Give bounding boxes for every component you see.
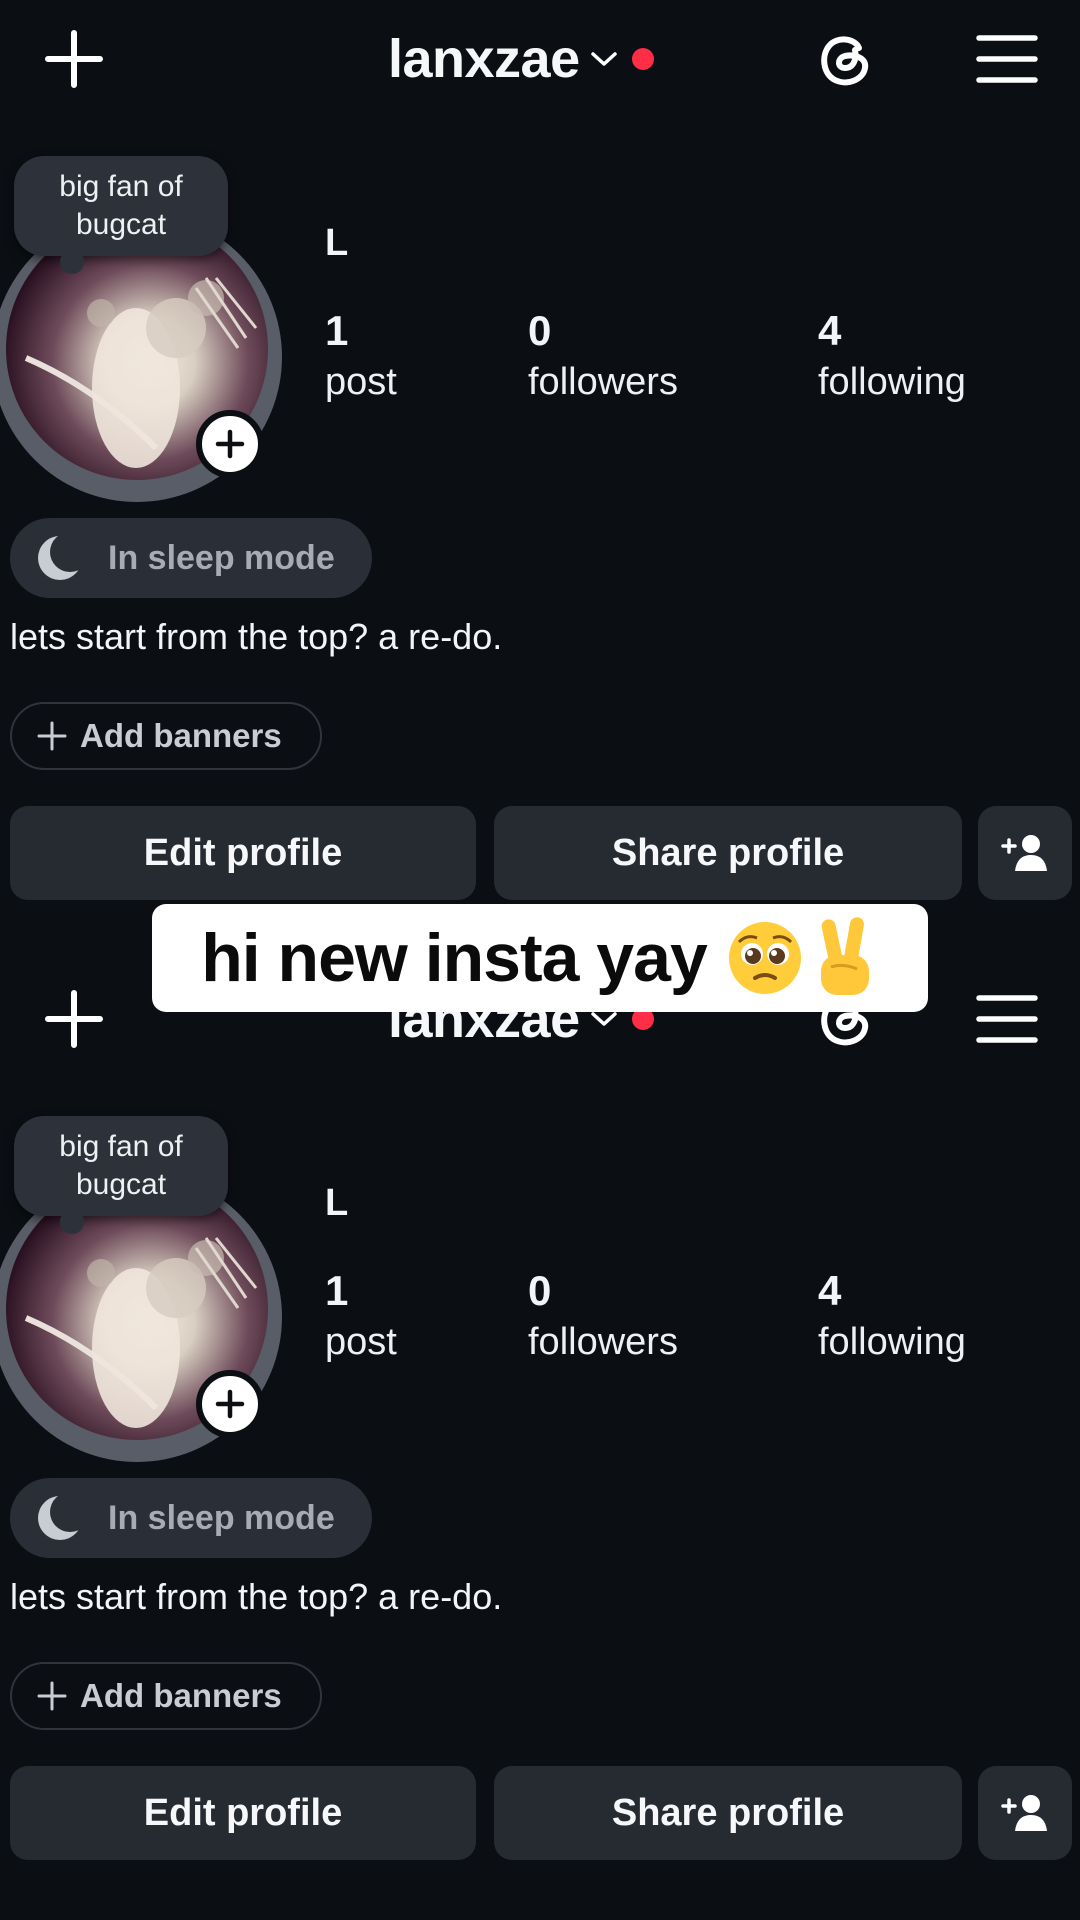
- posts-count: 1: [325, 1267, 349, 1314]
- add-person-icon: [1001, 1795, 1047, 1831]
- followers-label: followers: [528, 361, 678, 403]
- followers-label: followers: [528, 1321, 678, 1363]
- discover-people-button[interactable]: [978, 806, 1072, 900]
- following-count: 4: [818, 307, 842, 354]
- notification-dot: [631, 48, 654, 70]
- add-story-button[interactable]: [196, 1370, 264, 1438]
- share-profile-label: Share profile: [611, 1791, 845, 1834]
- account-switcher[interactable]: lanxzae: [388, 26, 654, 92]
- sleep-mode-label: In sleep mode: [108, 538, 335, 577]
- chevron-down-icon: [590, 52, 617, 66]
- username: lanxzae: [388, 29, 580, 89]
- bio: lets start from the top? a re-do.: [10, 1576, 503, 1617]
- caption-emojis: [725, 915, 879, 1001]
- add-banners-label: Add banners: [80, 1677, 282, 1714]
- edit-profile-button[interactable]: Edit profile: [10, 1766, 476, 1860]
- victory-hand-icon: [820, 917, 869, 995]
- note-line: big fan of: [59, 170, 183, 203]
- bio: lets start from the top? a re-do.: [10, 616, 503, 657]
- posts-stat[interactable]: 1 post: [325, 306, 397, 408]
- followers-count: 0: [528, 1267, 552, 1314]
- share-profile-label: Share profile: [611, 831, 845, 874]
- pleading-face-icon: [728, 922, 801, 994]
- edit-profile-label: Edit profile: [143, 1791, 343, 1834]
- posts-count: 1: [325, 307, 349, 354]
- following-label: following: [818, 361, 966, 403]
- profile-panel: lanxzae big fan of bugcat L 1 post 0 fol…: [0, 0, 1080, 940]
- add-banners-button[interactable]: Add banners: [10, 1662, 322, 1730]
- note-line: bugcat: [75, 208, 167, 241]
- sleep-mode-status[interactable]: In sleep mode: [10, 1478, 372, 1558]
- sleep-mode-status[interactable]: In sleep mode: [10, 518, 372, 598]
- threads-icon: [821, 36, 869, 86]
- hamburger-menu-icon: [976, 995, 1038, 1043]
- discover-people-button[interactable]: [978, 1766, 1072, 1860]
- followers-stat[interactable]: 0 followers: [528, 306, 678, 408]
- display-name: L: [325, 222, 349, 264]
- chevron-down-icon: [590, 1012, 617, 1026]
- posts-label: post: [325, 361, 397, 403]
- add-person-icon: [1001, 835, 1047, 871]
- following-stat[interactable]: 4 following: [818, 1266, 966, 1368]
- plus-icon: [45, 990, 103, 1048]
- following-count: 4: [818, 1267, 842, 1314]
- moon-icon: [38, 534, 84, 580]
- plus-icon: [215, 429, 245, 459]
- plus-icon: [215, 1389, 245, 1419]
- menu-button[interactable]: [972, 988, 1042, 1050]
- followers-stat[interactable]: 0 followers: [528, 1266, 678, 1368]
- caption-text: hi new insta yay: [201, 920, 708, 996]
- threads-button[interactable]: [810, 26, 882, 92]
- posts-label: post: [325, 1321, 397, 1363]
- edit-profile-button[interactable]: Edit profile: [10, 806, 476, 900]
- profile-panel: lanxzae big fan of bugcat L 1 post 0 fol…: [0, 960, 1080, 1900]
- share-profile-button[interactable]: Share profile: [494, 806, 962, 900]
- screen: lanxzae big fan of bugcat L 1 post 0 fol…: [0, 0, 1080, 1920]
- note-line: bugcat: [75, 1168, 167, 1201]
- note-bubble[interactable]: big fan of bugcat: [14, 1116, 228, 1234]
- posts-stat[interactable]: 1 post: [325, 1266, 397, 1368]
- following-label: following: [818, 1321, 966, 1363]
- edit-profile-label: Edit profile: [143, 831, 343, 874]
- followers-count: 0: [528, 307, 552, 354]
- create-button[interactable]: [40, 28, 108, 90]
- display-name: L: [325, 1182, 349, 1224]
- moon-icon: [38, 1494, 84, 1540]
- video-caption: hi new insta yay: [152, 904, 928, 1012]
- hamburger-menu-icon: [976, 35, 1038, 83]
- top-bar: lanxzae: [0, 0, 1080, 118]
- sleep-mode-label: In sleep mode: [108, 1498, 335, 1537]
- following-stat[interactable]: 4 following: [818, 306, 966, 408]
- plus-icon: [37, 721, 67, 751]
- add-banners-button[interactable]: Add banners: [10, 702, 322, 770]
- share-profile-button[interactable]: Share profile: [494, 1766, 962, 1860]
- menu-button[interactable]: [972, 28, 1042, 90]
- plus-icon: [37, 1681, 67, 1711]
- add-banners-label: Add banners: [80, 717, 282, 754]
- create-button[interactable]: [40, 988, 108, 1050]
- plus-icon: [45, 30, 103, 88]
- note-bubble[interactable]: big fan of bugcat: [14, 156, 228, 274]
- add-story-button[interactable]: [196, 410, 264, 478]
- note-line: big fan of: [59, 1130, 183, 1163]
